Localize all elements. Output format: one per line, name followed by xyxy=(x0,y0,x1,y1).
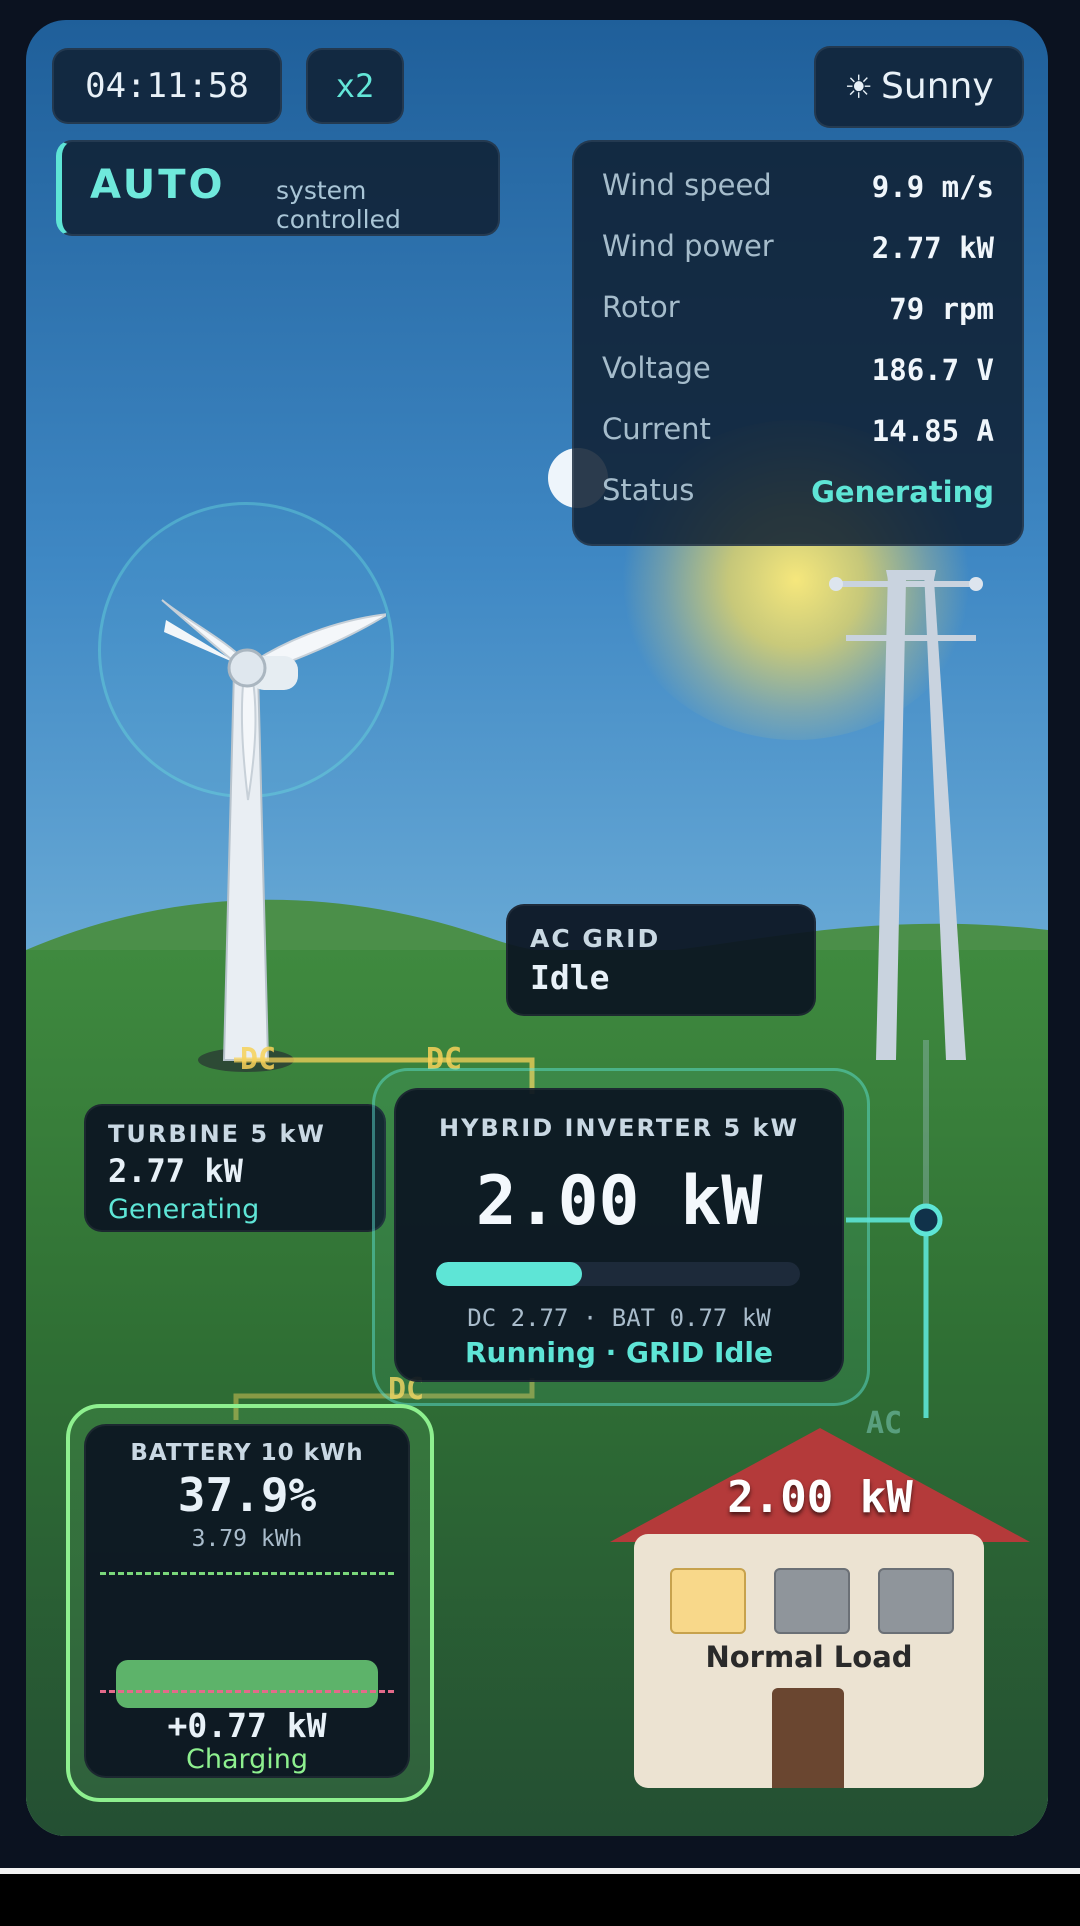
stat-row-status: Status Generating xyxy=(602,461,994,521)
stat-row-wind-speed: Wind speed 9.9 m/s xyxy=(602,156,994,216)
battery-lower-threshold xyxy=(100,1690,394,1693)
sun-icon: ☀ xyxy=(844,68,874,106)
stat-value: 79 rpm xyxy=(889,292,994,326)
battery-status: Charging xyxy=(185,1744,309,1775)
stat-value: 14.85 A xyxy=(871,414,994,448)
inverter-load-bar xyxy=(436,1262,800,1286)
inverter-status: Running · GRID Idle xyxy=(464,1336,774,1369)
turbine-stats-panel: Wind speed 9.9 m/s Wind power 2.77 kW Ro… xyxy=(572,140,1024,546)
ac-grid-state: Idle xyxy=(530,958,610,997)
ac-grid-card[interactable]: AC GRID Idle xyxy=(506,904,816,1016)
house-door xyxy=(772,1688,844,1788)
dc-flow-tag: DC xyxy=(240,1042,277,1077)
battery-card[interactable]: BATTERY 10 kWh 37.9% 3.79 kWh +0.77 kW C… xyxy=(84,1424,410,1778)
stat-key: Wind speed xyxy=(602,168,772,202)
battery-percent: 37.9% xyxy=(177,1468,317,1522)
inverter-load-fill xyxy=(436,1262,582,1286)
stat-row-voltage: Voltage 186.7 V xyxy=(602,339,994,399)
simulation-scene: DC DC DC AC 04:11:58 x2 ☀ Sunny AUTO syst… xyxy=(26,20,1048,1836)
turbine-card[interactable]: TURBINE 5 kW 2.77 kW Generating xyxy=(84,1104,386,1232)
house-load[interactable]: 2.00 kW Normal Load xyxy=(610,1412,1030,1802)
weather-label: Sunny xyxy=(881,66,994,107)
battery-level-bar xyxy=(116,1660,378,1708)
house-window xyxy=(878,1568,954,1634)
power-pylon-icon xyxy=(829,570,983,1060)
battery-energy: 3.79 kWh xyxy=(191,1526,303,1552)
stat-key: Status xyxy=(602,473,695,507)
weather-button[interactable]: ☀ Sunny xyxy=(814,46,1024,128)
speed-multiplier-button[interactable]: x2 xyxy=(306,48,404,124)
status-value: Generating xyxy=(811,475,994,509)
house-window xyxy=(774,1568,850,1634)
stat-value: 186.7 V xyxy=(871,353,994,387)
turbine-status: Generating xyxy=(108,1194,260,1225)
stat-value: 2.77 kW xyxy=(871,231,994,265)
inverter-card[interactable]: HYBRID INVERTER 5 kW 2.00 kW DC 2.77 · B… xyxy=(394,1088,844,1382)
turbine-title: TURBINE 5 kW xyxy=(108,1120,326,1148)
house-load-label: Normal Load xyxy=(705,1640,913,1674)
inverter-detail: DC 2.77 · BAT 0.77 kW xyxy=(467,1304,771,1332)
battery-upper-threshold xyxy=(100,1572,394,1575)
mode-label: AUTO xyxy=(90,162,226,208)
stat-row-wind-power: Wind power 2.77 kW xyxy=(602,217,994,277)
stat-row-current: Current 14.85 A xyxy=(602,400,994,460)
stat-key: Current xyxy=(602,412,711,446)
house-body: Normal Load xyxy=(634,1534,984,1788)
stat-key: Voltage xyxy=(602,351,711,385)
house-window-lit xyxy=(670,1568,746,1634)
bottom-edge xyxy=(0,1868,1080,1926)
stat-value: 9.9 m/s xyxy=(871,170,994,204)
stat-key: Rotor xyxy=(602,290,680,324)
battery-power: +0.77 kW xyxy=(167,1706,327,1745)
stat-row-rotor: Rotor 79 rpm xyxy=(602,278,994,338)
stat-key: Wind power xyxy=(602,229,774,263)
mode-toggle[interactable]: AUTO system controlled xyxy=(56,140,500,236)
inverter-power: 2.00 kW xyxy=(475,1162,763,1241)
house-power: 2.00 kW xyxy=(727,1472,913,1523)
mode-sublabel: system controlled xyxy=(276,176,401,234)
inverter-title: HYBRID INVERTER 5 kW xyxy=(439,1114,799,1142)
simulation-clock: 04:11:58 xyxy=(52,48,282,124)
battery-title: BATTERY 10 kWh xyxy=(130,1440,364,1466)
wind-turbine-icon xyxy=(161,599,386,1072)
ac-grid-title: AC GRID xyxy=(530,924,661,953)
turbine-power: 2.77 kW xyxy=(108,1152,243,1190)
